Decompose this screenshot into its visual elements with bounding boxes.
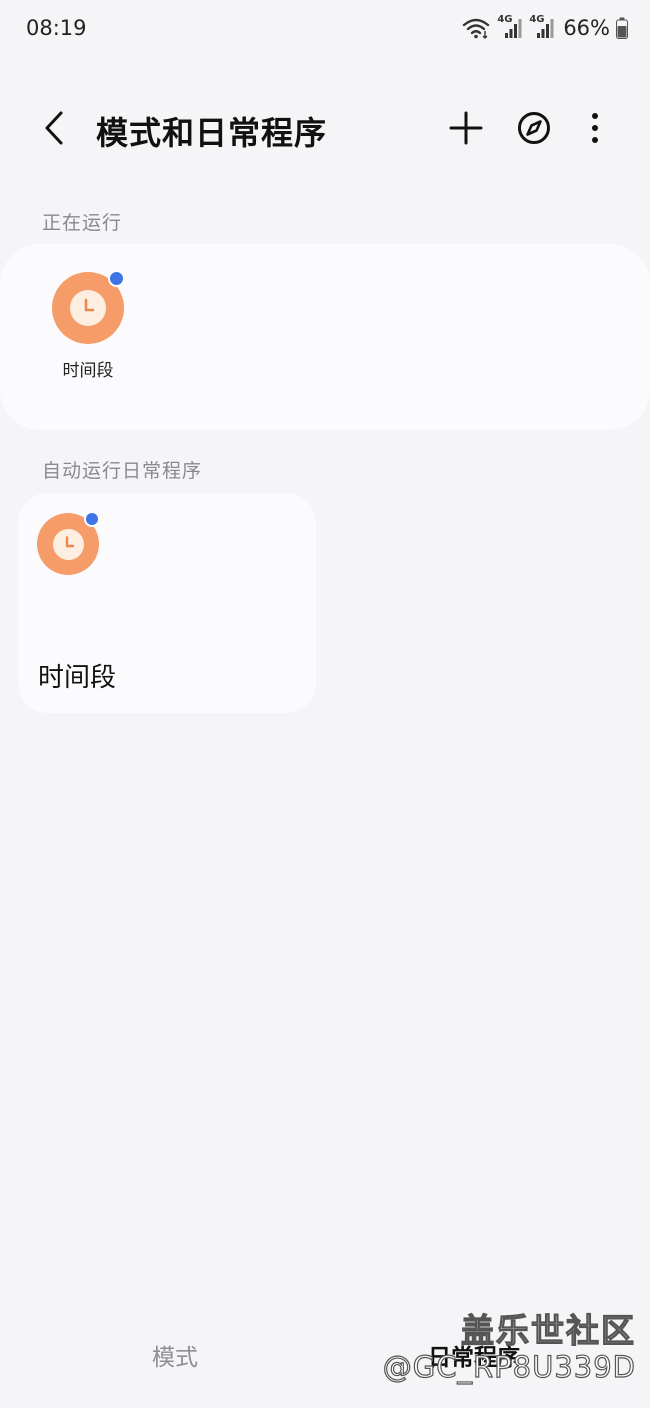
app-header: 模式和日常程序 [0,90,650,166]
watermark-user-id: @GC_RP8U339D [382,1349,636,1384]
status-bar: 08:19 4G 4G 66% [0,0,650,60]
watermark-community: 盖乐世社区 [460,1310,636,1350]
running-item-label: 时间段 [62,361,114,381]
signal-2: 4G [529,14,555,40]
page-title: 模式和日常程序 [96,114,328,152]
tab-modes[interactable]: 模式 [152,1338,198,1372]
compass-icon [518,112,550,144]
routine-item-icon [37,511,100,575]
back-icon [45,111,63,145]
signal-bars-icon [537,19,554,38]
status-icons: 4G 4G 66% [461,14,628,40]
active-indicator [84,511,100,527]
signal-bars-icon [505,19,522,38]
routine-item-label: 时间段 [38,663,117,693]
running-item-icon [52,270,125,344]
status-time: 08:19 [26,16,87,40]
battery-percent: 66% [563,16,610,40]
discover-button[interactable] [512,106,556,150]
plus-icon [449,111,483,145]
more-vert-icon [592,113,598,143]
more-options-button[interactable] [573,106,617,150]
active-indicator [108,270,125,287]
section-label-running: 正在运行 [42,212,123,234]
running-card: 时间段 [0,244,650,430]
battery-icon [616,17,628,39]
add-button[interactable] [444,106,488,150]
running-item-time-period[interactable]: 时间段 [50,270,126,381]
routine-card-time-period[interactable]: 时间段 [18,493,316,713]
wifi-icon [463,18,490,39]
section-label-auto-routines: 自动运行日常程序 [42,460,203,482]
signal-1: 4G [497,14,523,40]
back-button[interactable] [36,108,72,148]
